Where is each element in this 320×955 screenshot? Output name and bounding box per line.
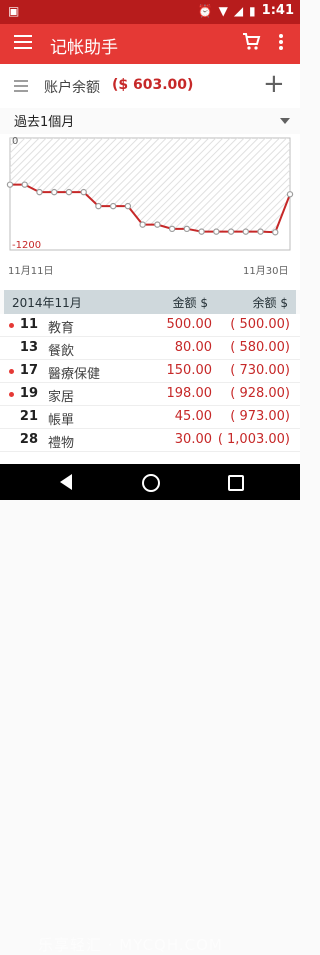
transaction-row[interactable]: 17 醫療保健 150.00 ( 730.00) xyxy=(0,360,300,383)
wifi-icon: ▼ xyxy=(218,3,228,18)
status-dot-icon xyxy=(9,392,14,397)
data-point xyxy=(109,202,117,210)
data-point xyxy=(168,225,176,233)
row-amount: 198.00 xyxy=(166,386,213,401)
home-icon[interactable] xyxy=(142,474,160,492)
row-balance: ( 973.00) xyxy=(230,409,290,424)
data-point xyxy=(21,181,28,188)
status-dot-icon xyxy=(9,323,14,328)
row-category: 醫療保健 xyxy=(48,367,101,382)
status-bar: ▣ ⏰ ▼ ◢ ▮ 1:41 xyxy=(0,0,300,24)
balance-label: 账户余额 xyxy=(44,80,100,96)
cart-icon[interactable] xyxy=(241,31,261,55)
notification-icon: ▣ xyxy=(8,4,20,18)
data-point xyxy=(257,228,264,235)
row-day: 17 xyxy=(19,363,38,378)
watermark: 乐享轻汇 · MYCQH.COM xyxy=(38,936,223,954)
data-point xyxy=(242,228,249,235)
data-point xyxy=(124,202,132,210)
status-dot-icon xyxy=(9,369,14,374)
transaction-row[interactable]: 21 帳單 45.00 ( 973.00) xyxy=(0,406,300,429)
add-icon[interactable]: + xyxy=(263,69,285,99)
data-point xyxy=(213,228,220,235)
data-point xyxy=(227,228,235,235)
row-balance: ( 928.00) xyxy=(230,386,290,401)
data-point xyxy=(286,191,294,198)
balance-header: 余额 $ xyxy=(252,296,288,310)
row-amount: 500.00 xyxy=(166,317,213,332)
data-point xyxy=(95,202,102,210)
row-category: 餐飲 xyxy=(48,344,75,359)
transaction-list: 11 教育 500.00 ( 500.00) 13 餐飲 80.00 ( 580.00) 17 醫… xyxy=(0,314,300,464)
menu-icon[interactable] xyxy=(14,35,32,49)
row-category: 禮物 xyxy=(48,436,75,451)
app-bar: 记帐助手 xyxy=(0,24,300,64)
back-icon[interactable] xyxy=(60,474,72,490)
month-header: 2014年11月 xyxy=(12,296,82,310)
table-header: 2014年11月 金额 $ 余额 $ xyxy=(4,290,296,314)
x-start-label: 11月11日 xyxy=(8,266,54,277)
chart-area xyxy=(10,138,290,233)
period-selector[interactable]: 過去1個月 xyxy=(0,108,300,135)
dropdown-arrow-icon[interactable] xyxy=(280,118,290,124)
drag-handle-icon[interactable] xyxy=(14,80,28,92)
recent-apps-icon[interactable] xyxy=(228,475,244,491)
row-day: 21 xyxy=(19,409,38,424)
row-amount: 80.00 xyxy=(174,340,212,355)
row-amount: 45.00 xyxy=(174,409,212,424)
x-end-label: 11月30日 xyxy=(243,266,289,277)
transaction-row[interactable]: 28 禮物 30.00 ( 1,003.00) xyxy=(0,429,300,452)
data-point xyxy=(6,181,14,188)
y-bottom-label: -1200 xyxy=(12,240,42,251)
data-point xyxy=(198,228,205,235)
balance-amount: ($ 603.00) xyxy=(112,77,194,93)
row-day: 13 xyxy=(19,340,38,355)
data-point xyxy=(36,188,43,196)
battery-icon: ▮ xyxy=(249,3,256,18)
row-day: 11 xyxy=(19,317,38,332)
amount-header: 金额 $ xyxy=(172,296,208,310)
signal-icon: ◢ xyxy=(233,3,244,18)
row-amount: 150.00 xyxy=(166,363,213,378)
period-label: 過去1個月 xyxy=(14,115,75,130)
row-day: 28 xyxy=(19,432,38,447)
row-balance: ( 580.00) xyxy=(230,340,290,355)
data-point xyxy=(154,221,161,228)
transaction-row[interactable]: 19 家居 198.00 ( 928.00) xyxy=(0,383,300,406)
row-category: 帳單 xyxy=(48,413,75,428)
row-category: 家居 xyxy=(48,390,75,405)
clock: 1:41 xyxy=(261,3,294,18)
transaction-row[interactable]: 13 餐飲 80.00 ( 580.00) xyxy=(0,337,300,360)
data-point xyxy=(65,188,73,196)
data-point xyxy=(139,221,146,228)
row-category: 教育 xyxy=(48,321,75,336)
account-balance-row[interactable]: 账户余额 ($ 603.00) + xyxy=(0,64,300,109)
balance-chart: 0 -1200 11月11日 11月30日 xyxy=(0,134,300,290)
data-point xyxy=(183,225,191,233)
navigation-bar: 乐享轻汇 · MYCQH.COM xyxy=(0,464,300,954)
alarm-icon: ⏰ xyxy=(197,3,213,18)
data-point xyxy=(272,229,279,236)
data-point xyxy=(80,188,87,196)
data-point xyxy=(51,188,58,196)
more-options-icon[interactable] xyxy=(275,32,287,54)
transaction-row[interactable]: 11 教育 500.00 ( 500.00) xyxy=(0,314,300,337)
row-balance: ( 1,003.00) xyxy=(217,432,290,447)
app-title: 记帐助手 xyxy=(50,38,118,58)
row-balance: ( 730.00) xyxy=(230,363,290,378)
row-amount: 30.00 xyxy=(174,432,212,447)
row-balance: ( 500.00) xyxy=(230,317,290,332)
y-top-label: 0 xyxy=(12,136,19,147)
row-day: 19 xyxy=(19,386,38,401)
